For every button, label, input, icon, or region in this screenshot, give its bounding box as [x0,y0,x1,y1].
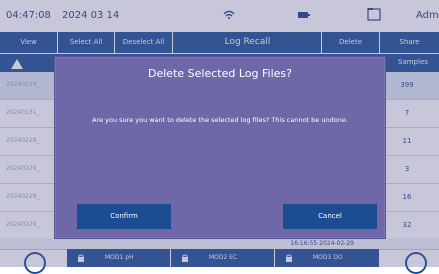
dialog-message: Are you sure you want to delete the sele… [92,116,348,124]
cancel-button[interactable]: Cancel [283,204,377,229]
confirm-button[interactable]: Confirm [77,204,171,229]
dialog-title: Delete Selected Log Files? [148,67,292,80]
delete-confirmation-dialog: Delete Selected Log Files? Are you sure … [54,56,386,239]
